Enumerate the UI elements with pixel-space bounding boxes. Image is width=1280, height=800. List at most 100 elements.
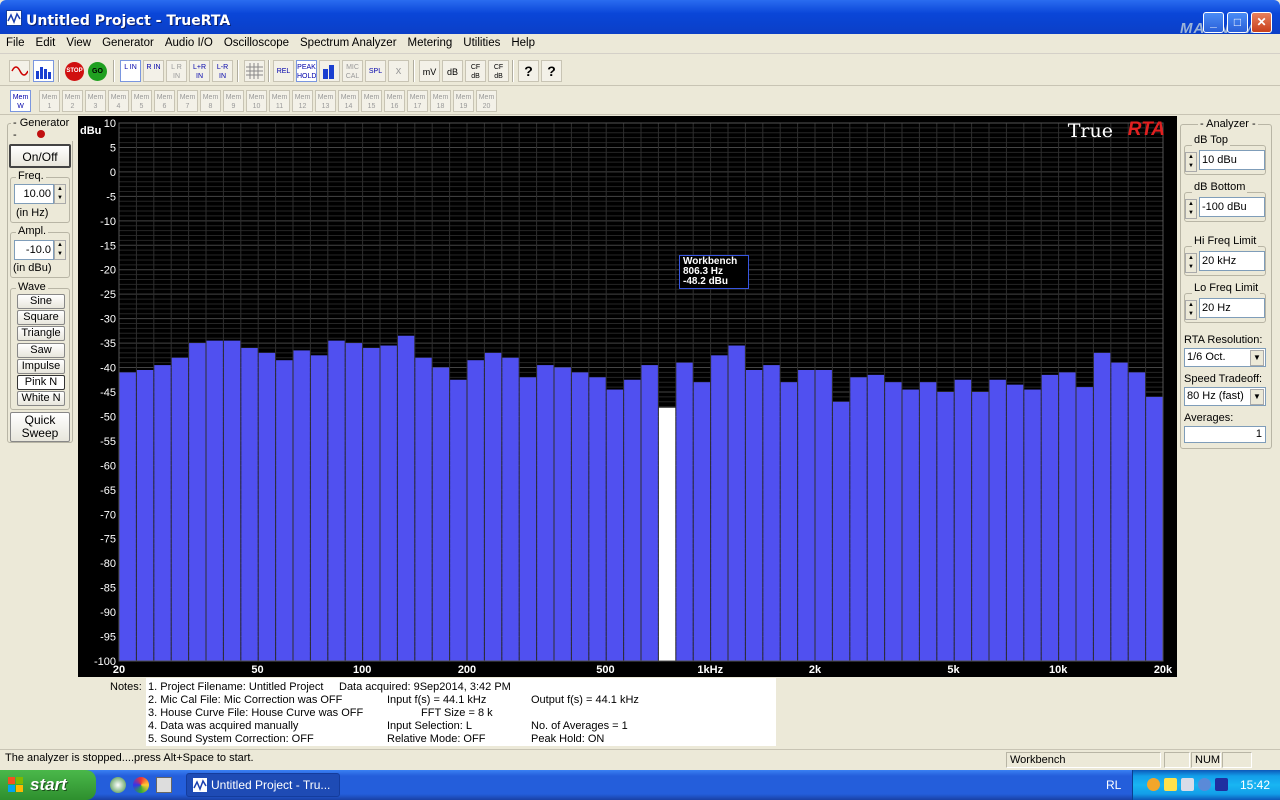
clear-icon[interactable]: x: [388, 60, 409, 82]
app-icon[interactable]: [6, 10, 22, 26]
menu-view[interactable]: View: [60, 34, 96, 54]
context-help-icon[interactable]: ?: [541, 60, 562, 82]
mem-slot-10[interactable]: Mem 10: [246, 90, 267, 112]
spectrum-icon[interactable]: [33, 60, 54, 82]
mem-slot-15[interactable]: Mem 15: [361, 90, 382, 112]
notes-box[interactable]: 1. Project Filename: Untitled Project Da…: [146, 678, 776, 746]
mem-slot-5[interactable]: Mem 5: [131, 90, 152, 112]
mem-slot-13[interactable]: Mem 13: [315, 90, 336, 112]
mem-slot-8[interactable]: Mem 8: [200, 90, 221, 112]
menu-spectrum-analyzer[interactable]: Spectrum Analyzer: [294, 34, 402, 54]
mem-slot-7[interactable]: Mem 7: [177, 90, 198, 112]
impulse-button[interactable]: Impulse: [17, 359, 65, 374]
grid-icon[interactable]: [244, 60, 265, 82]
sine-button[interactable]: Sine: [17, 294, 65, 309]
l-minus-r-icon[interactable]: L-R IN: [212, 60, 233, 82]
mem-slot-19[interactable]: Mem 19: [453, 90, 474, 112]
menu-metering[interactable]: Metering: [402, 34, 458, 54]
triangle-button[interactable]: Triangle: [17, 326, 65, 341]
stop-icon[interactable]: STOP: [65, 60, 86, 82]
rta-resolution-select[interactable]: 1/6 Oct. ▼: [1184, 348, 1266, 367]
taskbar-item-truerta[interactable]: Untitled Project - Tru...: [186, 773, 340, 797]
mem-slot-2[interactable]: Mem 2: [62, 90, 83, 112]
square-button[interactable]: Square: [17, 310, 65, 325]
quicklaunch-icon[interactable]: [110, 777, 126, 793]
quick-sweep-button[interactable]: Quick Sweep: [10, 412, 70, 442]
chevron-down-icon[interactable]: ▼: [1250, 389, 1264, 405]
mem-slot-12[interactable]: Mem 12: [292, 90, 313, 112]
tray-device-icon[interactable]: [1181, 778, 1194, 791]
menu-file[interactable]: File: [0, 34, 30, 54]
tray-network-icon[interactable]: [1147, 778, 1160, 791]
mic-cal-icon[interactable]: MIC CAL: [342, 60, 363, 82]
mem-slot-14[interactable]: Mem 14: [338, 90, 359, 112]
cf-db2-icon[interactable]: CF dB: [488, 60, 509, 82]
db-top-input[interactable]: 10 dBu: [1199, 150, 1265, 170]
title-bar[interactable]: Untitled Project - TrueRTA MAGNUM _ □ ✕: [0, 0, 1280, 37]
mem-slot-6[interactable]: Mem 6: [154, 90, 175, 112]
menu-edit[interactable]: Edit: [30, 34, 61, 54]
mv-icon[interactable]: mV: [419, 60, 440, 82]
l-plus-r-icon[interactable]: L+R IN: [189, 60, 210, 82]
lr-in-icon[interactable]: L R IN: [166, 60, 187, 82]
mem-slot-3[interactable]: Mem 3: [85, 90, 106, 112]
mem-slot-9[interactable]: Mem 9: [223, 90, 244, 112]
tray-battery-icon[interactable]: [1164, 778, 1177, 791]
menu-generator[interactable]: Generator: [96, 34, 159, 54]
db-bottom-input[interactable]: -100 dBu: [1199, 197, 1265, 217]
cf-db-icon[interactable]: CF dB: [465, 60, 486, 82]
maximize-button[interactable]: □: [1227, 12, 1248, 33]
menu-utilities[interactable]: Utilities: [457, 34, 505, 54]
freq-spinner[interactable]: ▲ ▼: [54, 184, 66, 204]
mem-slot-16[interactable]: Mem 16: [384, 90, 405, 112]
menu-oscilloscope[interactable]: Oscilloscope: [218, 34, 294, 54]
bars-icon[interactable]: [319, 60, 340, 82]
language-indicator[interactable]: RL: [1106, 778, 1121, 792]
sine-wave-icon[interactable]: [9, 60, 30, 82]
spl-icon[interactable]: SPL: [365, 60, 386, 82]
mem-slot-18[interactable]: Mem 18: [430, 90, 451, 112]
db-top-spinner[interactable]: ▲ ▼: [1185, 152, 1197, 172]
y-tick-label: -60: [100, 460, 116, 472]
db-bottom-spinner[interactable]: ▲ ▼: [1185, 199, 1197, 219]
mem-slot-20[interactable]: Mem 20: [476, 90, 497, 112]
mem-w-button[interactable]: Mem W: [10, 90, 31, 112]
mem-slot-17[interactable]: Mem 17: [407, 90, 428, 112]
go-icon[interactable]: GO: [88, 60, 109, 82]
mem-slot-4[interactable]: Mem 4: [108, 90, 129, 112]
help-icon[interactable]: ?: [518, 60, 539, 82]
tray-volume-icon[interactable]: [1198, 778, 1211, 791]
mem-slot-11[interactable]: Mem 11: [269, 90, 290, 112]
freq-input[interactable]: 10.00: [14, 184, 54, 204]
ampl-input[interactable]: -10.0: [14, 240, 54, 260]
white-noise-button[interactable]: White N: [17, 391, 65, 406]
rel-icon[interactable]: REL: [273, 60, 294, 82]
lo-freq-spinner[interactable]: ▲ ▼: [1185, 300, 1197, 320]
speed-tradeoff-select[interactable]: 80 Hz (fast) ▼: [1184, 387, 1266, 406]
chrome-icon[interactable]: [133, 777, 149, 793]
saw-button[interactable]: Saw: [17, 343, 65, 358]
x-tick-label: 20: [113, 664, 125, 676]
right-in-icon[interactable]: R IN: [143, 60, 164, 82]
peak-hold-icon[interactable]: PEAK HOLD: [296, 60, 317, 82]
pink-noise-button[interactable]: Pink N: [17, 375, 65, 390]
left-in-icon[interactable]: L IN: [120, 60, 141, 82]
on-off-button[interactable]: On/Off: [9, 144, 71, 168]
lo-freq-input[interactable]: 20 Hz: [1199, 298, 1265, 318]
ampl-spinner[interactable]: ▲ ▼: [54, 240, 66, 260]
averages-input[interactable]: 1: [1184, 426, 1266, 443]
show-desktop-icon[interactable]: [156, 777, 172, 793]
menu-audio-io[interactable]: Audio I/O: [159, 34, 218, 54]
close-button[interactable]: ✕: [1251, 12, 1272, 33]
rta-chart[interactable]: 10 5 0 -5 -10 -15 -20 -25 -30 -35 -40 -45 -50 -55 -60-…: [78, 116, 1177, 677]
menu-help[interactable]: Help: [505, 34, 540, 54]
db-icon[interactable]: dB: [442, 60, 463, 82]
chevron-down-icon[interactable]: ▼: [1250, 350, 1264, 366]
mem-slot-1[interactable]: Mem 1: [39, 90, 60, 112]
hi-freq-input[interactable]: 20 kHz: [1199, 251, 1265, 271]
start-button[interactable]: start: [0, 770, 96, 800]
minimize-button[interactable]: _: [1203, 12, 1224, 33]
tray-app-icon[interactable]: [1215, 778, 1228, 791]
clock[interactable]: 15:42: [1240, 778, 1270, 792]
hi-freq-spinner[interactable]: ▲ ▼: [1185, 253, 1197, 273]
